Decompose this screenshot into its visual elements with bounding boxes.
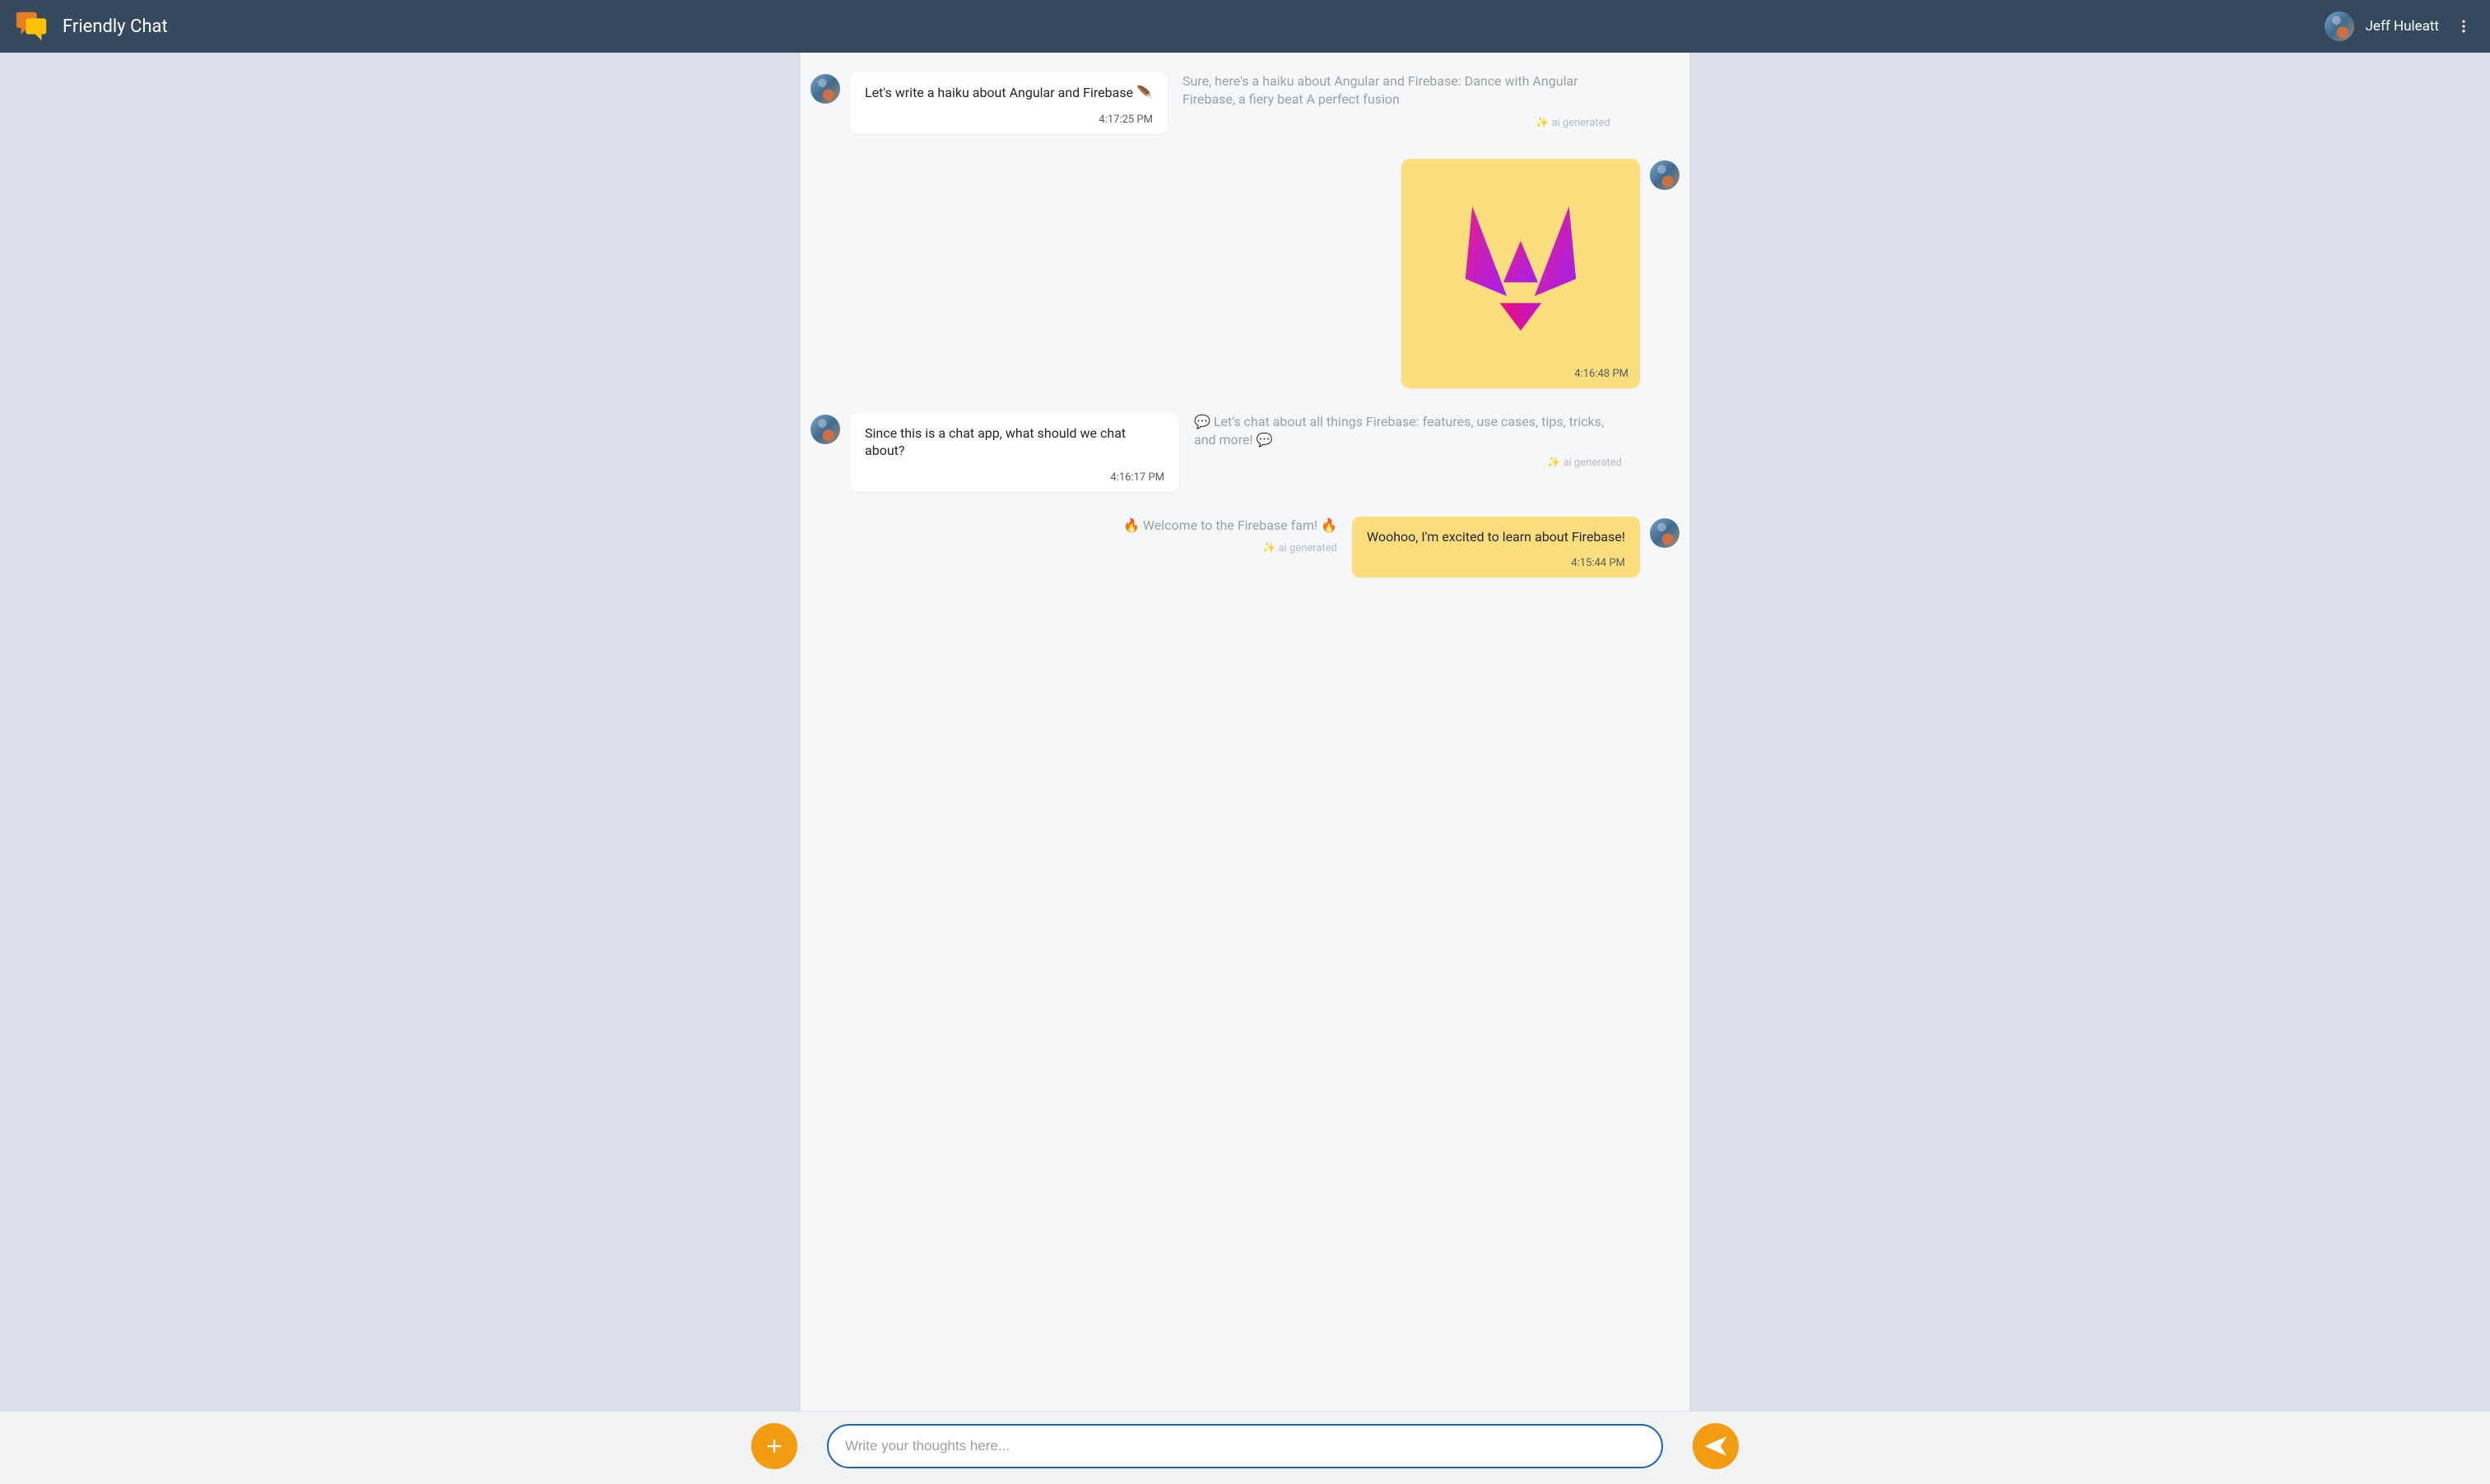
message-input[interactable] [827,1424,1663,1468]
plus-icon [763,1435,786,1458]
message-timestamp: 4:15:44 PM [1571,557,1625,569]
message-avatar [811,74,840,104]
chat-scroll-area[interactable]: Let's write a haiku about Angular and Fi… [0,53,2490,1411]
send-button[interactable] [1693,1423,1739,1469]
ai-generated-label: ai generated [1182,116,1610,131]
message-row: Since this is a chat app, what should we… [811,413,1679,492]
ai-generated-label: ai generated [1123,541,1337,556]
message-bubble-image: 4:16:48 PM [1401,159,1640,388]
user-area: Jeff Huleatt [2325,12,2477,41]
ai-response-text: Sure, here's a haiku about Angular and F… [1182,72,1610,109]
app-header: Friendly Chat Jeff Huleatt [0,0,2490,53]
angular-logo-icon [1401,159,1640,364]
add-attachment-button[interactable] [751,1423,797,1469]
ai-response-text: 💬 Let's chat about all things Firebase: … [1194,413,1622,450]
message-row: 🔥 Welcome to the Firebase fam! 🔥 ai gene… [811,517,1679,578]
ai-generated-label: ai generated [1194,456,1622,471]
app-logo-icon [13,7,51,45]
ai-response: 💬 Let's chat about all things Firebase: … [1194,413,1622,471]
send-icon [1704,1435,1727,1458]
message-avatar [1650,518,1679,548]
user-name: Jeff Huleatt [2366,18,2439,35]
message-text: Woohoo, I'm excited to learn about Fireb… [1367,528,1625,546]
ai-response-text: 🔥 Welcome to the Firebase fam! 🔥 [1123,517,1337,535]
message-bubble: Since this is a chat app, what should we… [850,413,1179,492]
chat-column: Let's write a haiku about Angular and Fi… [801,53,1689,1411]
message-timestamp: 4:16:17 PM [1110,471,1164,484]
overflow-menu-button[interactable] [2451,13,2477,39]
ai-response: 🔥 Welcome to the Firebase fam! 🔥 ai gene… [1123,517,1337,557]
message-row: 4:16:48 PM [811,159,1679,388]
more-vert-icon [2455,18,2472,35]
composer-bar [0,1411,2490,1484]
message-timestamp: 4:16:48 PM [1574,368,1628,380]
message-bubble: Let's write a haiku about Angular and Fi… [850,72,1168,134]
message-text: Since this is a chat app, what should we… [865,424,1164,460]
message-avatar [1650,160,1679,190]
ai-response: Sure, here's a haiku about Angular and F… [1182,72,1610,131]
message-row: Let's write a haiku about Angular and Fi… [811,72,1679,134]
message-bubble: Woohoo, I'm excited to learn about Fireb… [1352,517,1640,578]
message-text: Let's write a haiku about Angular and Fi… [865,84,1153,102]
user-avatar[interactable] [2325,12,2354,41]
message-avatar [811,415,840,444]
message-timestamp: 4:17:25 PM [1099,114,1153,126]
app-title: Friendly Chat [63,16,168,37]
